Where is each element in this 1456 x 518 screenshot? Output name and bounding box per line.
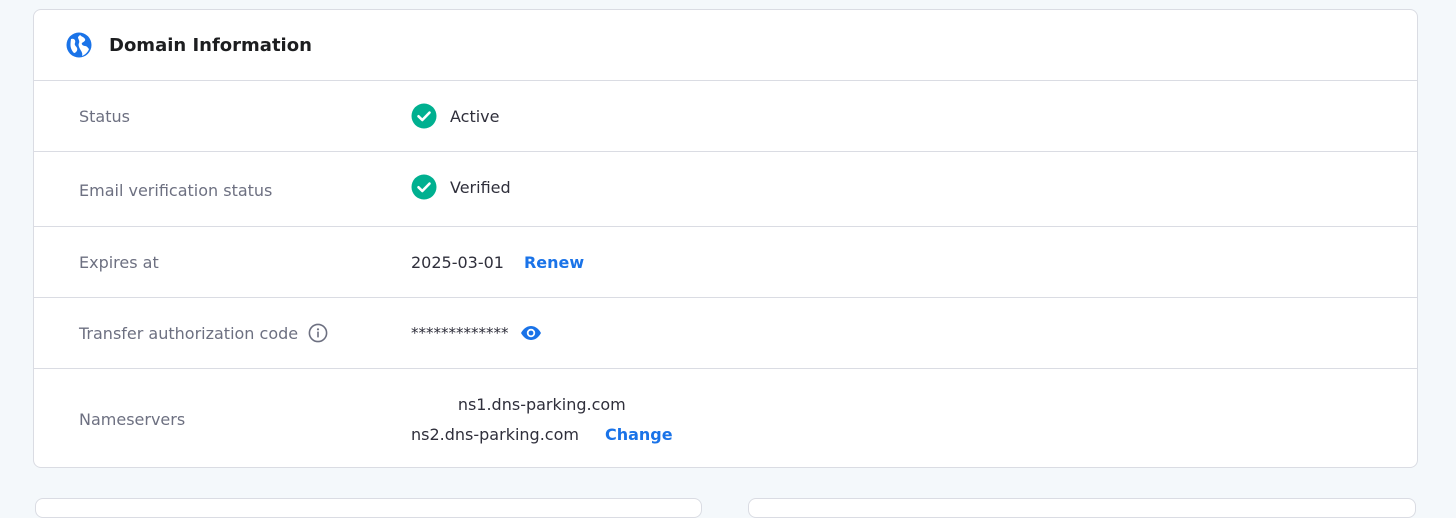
expires-row: Expires at 2025-03-01 Renew bbox=[34, 227, 1417, 298]
expires-value: 2025-03-01 Renew bbox=[411, 253, 584, 272]
nameservers-list: ns1.dns-parking.com ns2.dns-parking.com … bbox=[411, 389, 673, 449]
expiry-date: 2025-03-01 bbox=[411, 252, 504, 272]
transfer-code-row: Transfer authorization code ************… bbox=[34, 298, 1417, 369]
transfer-code-value: ************* bbox=[411, 324, 542, 342]
next-card-right bbox=[748, 498, 1416, 518]
email-verification-text: Verified bbox=[450, 177, 511, 197]
transfer-code-label-wrap: Transfer authorization code bbox=[34, 323, 411, 343]
check-circle-icon bbox=[411, 174, 437, 200]
eye-icon[interactable] bbox=[520, 325, 542, 341]
status-text: Active bbox=[450, 106, 500, 126]
renew-link[interactable]: Renew bbox=[524, 253, 584, 272]
next-card-left bbox=[35, 498, 702, 518]
nameservers-label: Nameservers bbox=[79, 409, 186, 429]
nameserver-1: ns1.dns-parking.com bbox=[457, 394, 626, 414]
masked-code: ************* bbox=[411, 324, 509, 342]
info-icon[interactable] bbox=[308, 323, 328, 343]
nameserver-item: ns1.dns-parking.com bbox=[458, 389, 626, 419]
email-verification-value: Verified bbox=[411, 174, 511, 200]
nameserver-item: ns2.dns-parking.com Change bbox=[411, 419, 673, 449]
transfer-code-label: Transfer authorization code bbox=[79, 323, 299, 343]
status-row: Status Active bbox=[34, 81, 1417, 152]
nameserver-2: ns2.dns-parking.com bbox=[411, 424, 579, 444]
nameservers-row: Nameservers ns1.dns-parking.com ns2.dns-… bbox=[34, 369, 1417, 467]
email-verification-label: Email verification status bbox=[79, 180, 273, 200]
domain-information-card: Domain Information Status Active Email v… bbox=[33, 9, 1418, 468]
status-label: Status bbox=[79, 106, 130, 126]
check-circle-icon bbox=[411, 103, 437, 129]
expires-label: Expires at bbox=[79, 252, 159, 272]
email-verification-row: Email verification status Verified bbox=[34, 152, 1417, 227]
card-header: Domain Information bbox=[34, 10, 1417, 81]
card-title: Domain Information bbox=[109, 34, 312, 56]
status-value: Active bbox=[411, 103, 500, 129]
globe-icon bbox=[65, 31, 93, 59]
change-nameservers-link[interactable]: Change bbox=[605, 425, 673, 444]
